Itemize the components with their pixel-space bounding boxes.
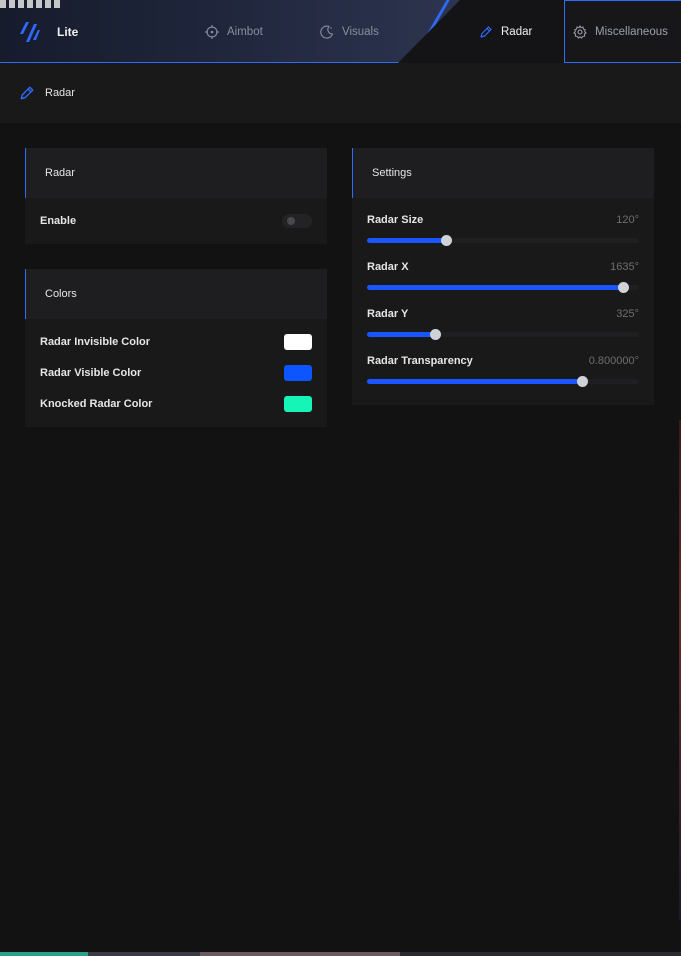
slider-track[interactable] bbox=[367, 235, 639, 246]
slider-thumb[interactable] bbox=[576, 376, 588, 387]
tab-miscellaneous-label: Miscellaneous bbox=[595, 25, 668, 38]
tab-visuals[interactable]: Visuals bbox=[320, 0, 379, 63]
tab-radar[interactable]: Radar bbox=[479, 0, 532, 63]
gear-icon bbox=[573, 24, 587, 39]
slider-thumb[interactable] bbox=[617, 282, 629, 293]
slider-radar-x: Radar X 1635° bbox=[352, 260, 654, 293]
color-list: Radar Invisible Color Radar Visible Colo… bbox=[25, 319, 327, 419]
slider-label: Radar Transparency bbox=[367, 355, 473, 367]
slider-label: Radar Size bbox=[367, 214, 424, 226]
tab-aimbot[interactable]: Aimbot bbox=[205, 0, 263, 63]
slider-track[interactable] bbox=[367, 329, 639, 340]
slider-value: 1635° bbox=[610, 261, 639, 273]
toggle-knob bbox=[287, 216, 295, 225]
page-title: Radar bbox=[45, 87, 75, 99]
radar-panel-header: Radar bbox=[25, 148, 327, 198]
color-label: Radar Invisible Color bbox=[40, 335, 151, 348]
color-swatch-visible[interactable] bbox=[284, 364, 312, 381]
colors-panel-header: Colors bbox=[25, 269, 327, 319]
crosshair-icon bbox=[205, 24, 219, 39]
slider-value: 120° bbox=[616, 214, 639, 226]
logo-icon bbox=[20, 22, 40, 42]
settings-panel-header: Settings bbox=[352, 148, 654, 198]
pen-icon bbox=[480, 25, 492, 38]
color-row-visible: Radar Visible Color bbox=[25, 357, 327, 388]
enable-label: Enable bbox=[40, 214, 77, 227]
slider-fill bbox=[367, 285, 623, 290]
color-label: Radar Visible Color bbox=[40, 366, 142, 379]
slider-value: 0.800000° bbox=[588, 355, 639, 367]
colors-panel: Colors Radar Invisible Color Radar Visib… bbox=[25, 269, 327, 427]
top-navigation-bar: Lite Aimbot Visuals Radar Miscellaneous bbox=[0, 0, 681, 63]
slider-fill bbox=[367, 332, 435, 337]
radar-panel: Radar Enable bbox=[25, 148, 327, 244]
color-swatch-invisible[interactable] bbox=[284, 333, 312, 350]
slider-radar-y: Radar Y 325° bbox=[352, 307, 654, 340]
slider-radar-transparency: Radar Transparency 0.800000° bbox=[352, 354, 654, 387]
slider-list: Radar Size 120° Radar X 1635° Radar Y 32… bbox=[352, 198, 654, 387]
tab-miscellaneous[interactable]: Miscellaneous bbox=[564, 0, 681, 63]
slider-radar-size: Radar Size 120° bbox=[352, 213, 654, 246]
color-swatch-knocked[interactable] bbox=[284, 395, 312, 412]
colors-panel-title: Colors bbox=[45, 288, 77, 300]
enable-toggle[interactable] bbox=[282, 213, 312, 228]
color-label: Knocked Radar Color bbox=[40, 397, 153, 410]
enable-row: Enable bbox=[25, 205, 327, 236]
tab-aimbot-label: Aimbot bbox=[227, 25, 263, 38]
color-row-invisible: Radar Invisible Color bbox=[25, 326, 327, 357]
color-row-knocked: Knocked Radar Color bbox=[25, 388, 327, 419]
settings-panel: Settings Radar Size 120° Radar X 1635° R… bbox=[352, 148, 654, 405]
slider-label: Radar X bbox=[367, 261, 409, 273]
tab-radar-label: Radar bbox=[501, 25, 533, 38]
page-header: Radar bbox=[0, 63, 681, 123]
pen-icon bbox=[20, 86, 34, 100]
slider-thumb[interactable] bbox=[440, 235, 452, 246]
brand-name: Lite bbox=[57, 25, 79, 39]
moon-icon bbox=[320, 25, 334, 39]
slider-label: Radar Y bbox=[367, 308, 409, 320]
slider-fill bbox=[367, 379, 582, 384]
radar-panel-title: Radar bbox=[45, 167, 75, 179]
tab-visuals-label: Visuals bbox=[342, 25, 379, 38]
corner-pattern bbox=[0, 0, 60, 8]
slider-track[interactable] bbox=[367, 376, 639, 387]
settings-panel-title: Settings bbox=[372, 167, 412, 179]
slider-thumb[interactable] bbox=[430, 329, 441, 340]
slider-track[interactable] bbox=[367, 282, 639, 293]
background-strip bbox=[0, 952, 681, 956]
slider-value: 325° bbox=[616, 308, 639, 320]
slider-fill bbox=[367, 238, 446, 243]
